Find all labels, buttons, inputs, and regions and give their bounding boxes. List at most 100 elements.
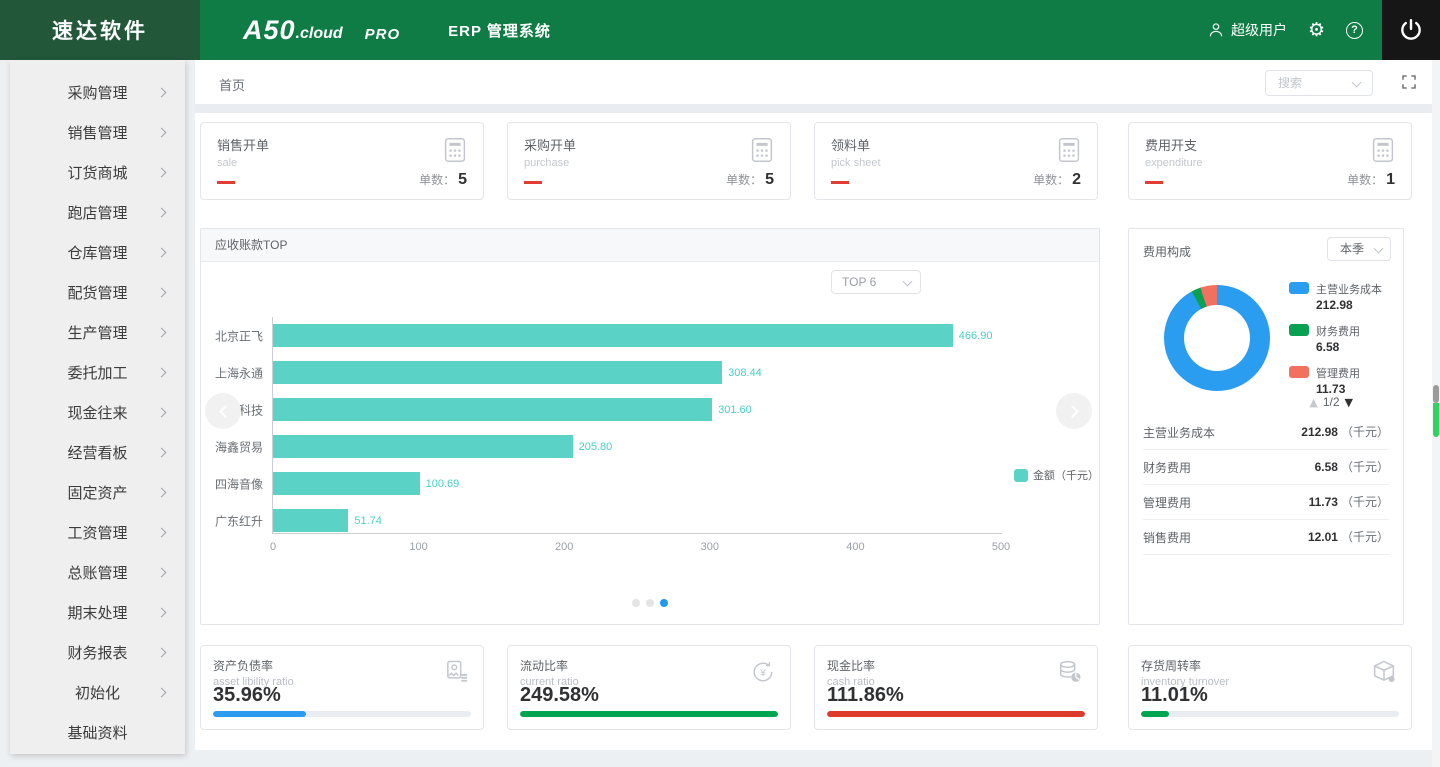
stat-subtitle: expenditure (1145, 157, 1203, 169)
calculator-icon (747, 135, 777, 165)
system-name: ERP 管理系统 (448, 22, 551, 40)
panel-title: 应收账款TOP (201, 229, 1099, 262)
legend-value: 6.58 (1316, 340, 1340, 354)
bar[interactable] (273, 509, 349, 532)
pager-down-icon[interactable]: ▼ (1345, 396, 1353, 409)
carousel-prev-button[interactable] (205, 393, 241, 429)
scrollbar-green-indicator (1433, 403, 1439, 437)
legend-swatch (1289, 324, 1309, 336)
stat-card-pick-sheet[interactable]: 领料单 pick sheet 单数： 2 (814, 122, 1098, 200)
sidebar-item[interactable]: 生产管理 (10, 312, 185, 352)
sidebar-item-label: 工资管理 (67, 524, 128, 542)
chart-legend[interactable]: 金额（千元） (1014, 467, 1099, 483)
sidebar-item-label: 经营看板 (67, 444, 128, 462)
product-suffix: .cloud (295, 24, 343, 42)
sidebar-item[interactable]: 财务报表 (10, 632, 185, 672)
donut-legend-item[interactable]: 财务费用 6.58 (1289, 323, 1382, 354)
ratio-card-inventory-turnover[interactable]: 存货周转率 inventory turnover 11.01% (1128, 645, 1412, 730)
panel-title: 费用构成 (1143, 245, 1192, 259)
chevron-right-icon (156, 527, 167, 537)
sidebar-item[interactable]: 经营看板 (10, 432, 185, 472)
sidebar-item[interactable]: 销售管理 (10, 112, 185, 152)
carousel-dot[interactable] (646, 599, 654, 607)
stat-accent-dash (831, 181, 849, 184)
username: 超级用户 (1230, 22, 1287, 38)
ratio-card-current-ratio[interactable]: 流动比率 current ratio ¥ 249.58% (507, 645, 791, 730)
bar[interactable] (273, 361, 723, 384)
sidebar-item-label: 订货商城 (67, 164, 128, 182)
bar[interactable] (273, 398, 713, 421)
help-icon[interactable]: ? (1346, 21, 1363, 39)
expense-composition-panel: 费用构成 本季 主营业务成本 212.98 财务费用 6.58 管理费用 11.… (1128, 228, 1404, 625)
stat-accent-dash (1145, 181, 1163, 184)
pager-up-icon[interactable]: ▲ (1309, 396, 1317, 409)
search-select[interactable]: 搜索 (1265, 70, 1373, 96)
sidebar-item[interactable]: 仓库管理 (10, 232, 185, 272)
legend-label: 管理费用 (1316, 368, 1360, 380)
sidebar-item[interactable]: 总账管理 (10, 552, 185, 592)
product-brand: A50 .cloud PRO ERP 管理系统 (243, 0, 551, 60)
bar[interactable] (273, 324, 953, 347)
logout-power-button[interactable] (1382, 0, 1440, 60)
sidebar-item[interactable]: 跑店管理 (10, 192, 185, 232)
calculator-icon (440, 135, 470, 165)
sidebar-item[interactable]: 固定资产 (10, 472, 185, 512)
sidebar-item[interactable]: 基础资料 (10, 712, 185, 752)
sidebar-item[interactable]: 工资管理 (10, 512, 185, 552)
chevron-down-icon (902, 276, 913, 287)
bar-chart: 北京正飞 466.90 上海永通 308.44 洪海科技 301.60 海鑫贸易… (215, 317, 1001, 539)
stat-subtitle: purchase (524, 157, 570, 169)
top-n-select[interactable]: TOP 6 (831, 270, 921, 294)
ratio-card-asset-liability[interactable]: 资产负债率 asset libility ratio 35.96% (200, 645, 484, 730)
ratio-value: 35.96% (213, 684, 281, 706)
stat-card-purchase[interactable]: 采购开单 purchase 单数： 5 (507, 122, 791, 200)
search-placeholder: 搜索 (1278, 76, 1303, 90)
legend-label: 金额（千元） (1033, 470, 1099, 482)
sidebar-item-label: 委托加工 (67, 364, 128, 382)
ratio-card-cash-ratio[interactable]: 现金比率 cash ratio 111.86% (814, 645, 1098, 730)
bar-value-label: 51.74 (354, 514, 382, 527)
chevron-right-icon (156, 367, 167, 377)
ratio-value: 11.01% (1141, 684, 1208, 706)
fullscreen-button[interactable] (1400, 73, 1418, 91)
sidebar-item-label: 采购管理 (67, 84, 128, 102)
donut-legend-item[interactable]: 主营业务成本 212.98 (1289, 281, 1382, 312)
calculator-icon (1368, 135, 1398, 165)
stat-card-sales[interactable]: 销售开单 sale 单数： 5 (200, 122, 484, 200)
carousel-dot[interactable] (632, 599, 640, 607)
progress-track (1141, 711, 1399, 717)
sidebar-item-label: 现金往来 (67, 404, 128, 422)
sidebar-item[interactable]: 初始化 (10, 672, 185, 712)
breadcrumb-home[interactable]: 首页 (219, 75, 245, 94)
donut-legend-item[interactable]: 管理费用 11.73 (1289, 365, 1382, 396)
sidebar-item[interactable]: 期末处理 (10, 592, 185, 632)
sidebar-item[interactable]: 委托加工 (10, 352, 185, 392)
legend-label: 财务费用 (1316, 326, 1360, 338)
progress-fill (520, 711, 778, 717)
chevron-right-icon (156, 447, 167, 457)
stat-card-expenditure[interactable]: 费用开支 expenditure 单数： 1 (1128, 122, 1412, 200)
period-select[interactable]: 本季 (1327, 237, 1391, 261)
bar[interactable] (273, 472, 420, 495)
chevron-right-icon (156, 207, 167, 217)
legend-value: 11.73 (1316, 382, 1346, 396)
stat-count: 单数： 1 (1347, 171, 1395, 188)
sidebar-item[interactable]: 订货商城 (10, 152, 185, 192)
progress-track (213, 711, 471, 717)
sidebar-item[interactable]: 配货管理 (10, 272, 185, 312)
sidebar-item[interactable]: 采购管理 (10, 72, 185, 112)
user-menu[interactable]: 超级用户 (1207, 20, 1287, 40)
scrollbar-thumb[interactable] (1433, 385, 1439, 403)
stat-count: 单数： 2 (1033, 171, 1081, 188)
sidebar-item-label: 总账管理 (67, 564, 128, 582)
donut-legend: 主营业务成本 212.98 财务费用 6.58 管理费用 11.73 (1289, 281, 1382, 396)
sidebar-item-label: 销售管理 (67, 124, 128, 142)
section-divider (195, 104, 1432, 113)
settings-gear-icon[interactable]: ⚙ (1308, 20, 1325, 40)
carousel-next-button[interactable] (1056, 393, 1092, 429)
bar[interactable] (273, 435, 573, 458)
sidebar-item[interactable]: 现金往来 (10, 392, 185, 432)
fullscreen-icon (1402, 75, 1416, 89)
carousel-dot[interactable] (660, 599, 668, 607)
chevron-down-icon (1373, 243, 1384, 254)
